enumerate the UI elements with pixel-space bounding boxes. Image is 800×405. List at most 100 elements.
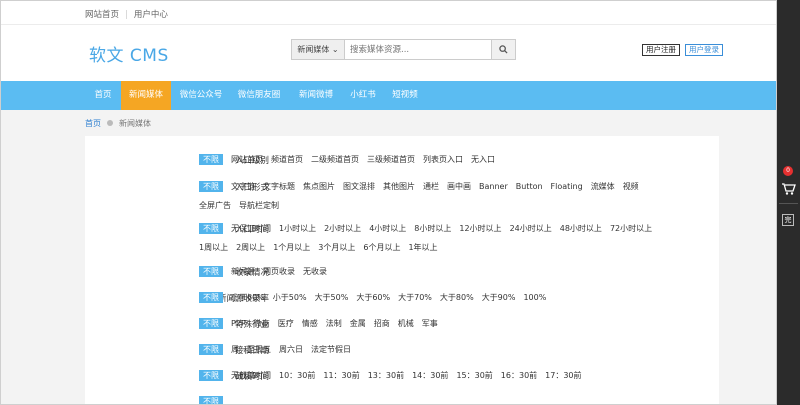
filter-option[interactable]: 无截稿时间 bbox=[231, 370, 271, 381]
filter-option[interactable]: 大于90% bbox=[482, 292, 516, 303]
filter-option[interactable]: 通栏 bbox=[423, 181, 439, 192]
filter-option[interactable]: 网页收录 bbox=[263, 266, 295, 277]
site-logo[interactable]: 软文 CMS bbox=[89, 41, 169, 66]
filter-option[interactable]: 导航栏定制 bbox=[239, 200, 279, 211]
filter-option[interactable]: 频道首页 bbox=[271, 154, 303, 165]
filter-option[interactable]: 大于70% bbox=[398, 292, 432, 303]
filter-option[interactable]: 2周以上 bbox=[236, 242, 265, 253]
filter-option[interactable]: 医疗 bbox=[278, 318, 294, 329]
cart-button[interactable] bbox=[780, 174, 797, 198]
nav-item-home[interactable]: 首页 bbox=[85, 81, 121, 110]
filter-option[interactable]: 法制 bbox=[326, 318, 342, 329]
search-input[interactable] bbox=[350, 42, 480, 57]
filter-option[interactable]: 15：30前 bbox=[456, 370, 492, 381]
filter-option-selected[interactable]: 不限 bbox=[199, 370, 223, 381]
filter-option[interactable]: 大于60% bbox=[356, 292, 390, 303]
filter-option[interactable]: 无保证时间 bbox=[231, 223, 271, 234]
top-link-user-center[interactable]: 用户中心 bbox=[134, 10, 168, 20]
filter-option[interactable]: 16：30前 bbox=[501, 370, 537, 381]
filter-option-selected[interactable]: 不限 bbox=[199, 292, 223, 303]
filter-option[interactable]: 周六日 bbox=[279, 344, 303, 355]
filter-option[interactable]: 新闻源 bbox=[231, 266, 255, 277]
filter-option[interactable]: 11：30前 bbox=[323, 370, 359, 381]
filter-option[interactable]: 无收录 bbox=[303, 266, 327, 277]
filter-option[interactable]: 4小时以上 bbox=[369, 223, 406, 234]
filter-option[interactable]: 流媒体 bbox=[591, 181, 615, 192]
filter-option[interactable]: 14：30前 bbox=[412, 370, 448, 381]
login-button[interactable]: 用户登录 bbox=[685, 44, 723, 56]
filter-options: 不限 P2P 微商 医疗 情感 法制 金属 招商 机械 军事 bbox=[199, 318, 669, 337]
filter-option[interactable]: 12小时以上 bbox=[459, 223, 501, 234]
filter-options: 不限 无截稿时间 10：30前 11：30前 13：30前 14：30前 15：30前 16：… bbox=[199, 370, 669, 389]
nav-item-xiaohongshu[interactable]: 小红书 bbox=[343, 81, 383, 110]
filter-option[interactable]: 1年以上 bbox=[408, 242, 437, 253]
filter-option[interactable]: 法定节假日 bbox=[311, 344, 351, 355]
nav-item-short-video[interactable]: 短视频 bbox=[385, 81, 425, 110]
search-category-select[interactable]: 新闻媒体 ⌄ bbox=[292, 40, 345, 59]
nav-item-news-media[interactable]: 新闻媒体 bbox=[121, 81, 171, 110]
filter-option[interactable]: 三级频道首页 bbox=[367, 154, 415, 165]
top-link-home[interactable]: 网站首页 bbox=[85, 10, 119, 20]
filter-option[interactable]: 二级频道首页 bbox=[311, 154, 359, 165]
filter-option[interactable]: 48小时以上 bbox=[560, 223, 602, 234]
nav-item-wechat-official[interactable]: 微信公众号 bbox=[173, 81, 229, 110]
filter-option[interactable]: 24小时以上 bbox=[510, 223, 552, 234]
filter-option[interactable]: 焦点图片 bbox=[303, 181, 335, 192]
filter-option[interactable]: 3个月以上 bbox=[318, 242, 355, 253]
filter-option[interactable]: 文字标题 bbox=[263, 181, 295, 192]
filter-option[interactable]: 视频 bbox=[623, 181, 639, 192]
filter-option[interactable]: 13：30前 bbox=[368, 370, 404, 381]
filter-option[interactable]: 1个月以上 bbox=[273, 242, 310, 253]
filter-option[interactable]: 机械 bbox=[398, 318, 414, 329]
filter-option-selected[interactable]: 不限 bbox=[199, 154, 223, 165]
filter-option[interactable]: 10：30前 bbox=[279, 370, 315, 381]
filter-option-selected[interactable]: 不限 bbox=[199, 181, 223, 192]
filter-option[interactable]: 大于80% bbox=[440, 292, 474, 303]
filter-option[interactable]: 6个月以上 bbox=[363, 242, 400, 253]
right-toolbar: 0 完 bbox=[777, 0, 800, 405]
filter-option[interactable]: 微商 bbox=[254, 318, 270, 329]
filter-option-selected[interactable]: 不限 bbox=[199, 344, 223, 355]
filter-option-selected[interactable]: 不限 bbox=[199, 223, 223, 234]
shopping-cart-icon bbox=[782, 183, 796, 195]
search-button[interactable] bbox=[491, 40, 515, 59]
filter-option[interactable]: 1小时以上 bbox=[279, 223, 316, 234]
filter-option[interactable]: 金属 bbox=[350, 318, 366, 329]
filter-option[interactable]: 情感 bbox=[302, 318, 318, 329]
nav-item-wechat-moments[interactable]: 微信朋友圈 bbox=[231, 81, 287, 110]
filter-option[interactable]: 大于50% bbox=[315, 292, 349, 303]
filter-option[interactable]: 小于50% bbox=[273, 292, 307, 303]
filter-options: 不限 无保证时间 1小时以上 2小时以上 4小时以上 8小时以上 12小时以上 24小时以上 4… bbox=[199, 223, 669, 261]
filter-option[interactable]: 周一至周五 bbox=[231, 344, 271, 355]
filter-option[interactable]: 100% bbox=[523, 292, 546, 303]
filter-option[interactable]: 1周以上 bbox=[199, 242, 228, 253]
breadcrumb: 首页 新闻媒体 bbox=[85, 118, 151, 129]
filter-option[interactable]: 列表页入口 bbox=[423, 154, 463, 165]
filter-options: 不限 小于60% 小于50% 大于50% 大于60% 大于70% 大于80% 大于90% 100… bbox=[199, 292, 669, 311]
filter-option-selected[interactable]: 不限 bbox=[199, 318, 223, 329]
filter-option[interactable]: 画中画 bbox=[447, 181, 471, 192]
filter-option[interactable]: 8小时以上 bbox=[414, 223, 451, 234]
filter-option[interactable]: 其他图片 bbox=[383, 181, 415, 192]
filter-option-selected[interactable]: 不限 bbox=[199, 396, 223, 404]
register-button[interactable]: 用户注册 bbox=[642, 44, 680, 56]
breadcrumb-home[interactable]: 首页 bbox=[85, 119, 101, 128]
filter-option[interactable]: P2P bbox=[231, 318, 246, 329]
filter-option[interactable]: 图文混排 bbox=[343, 181, 375, 192]
filter-option[interactable]: 军事 bbox=[422, 318, 438, 329]
filter-option[interactable]: 网站首页 bbox=[231, 154, 263, 165]
filter-option[interactable]: 小于60% bbox=[231, 292, 265, 303]
filter-option[interactable]: 72小时以上 bbox=[610, 223, 652, 234]
filter-option[interactable]: 全屏广告 bbox=[199, 200, 231, 211]
filter-option-selected[interactable]: 不限 bbox=[199, 266, 223, 277]
filter-option[interactable]: 17：30前 bbox=[545, 370, 581, 381]
filter-option[interactable]: 招商 bbox=[374, 318, 390, 329]
filter-option[interactable]: 无入口 bbox=[471, 154, 495, 165]
filter-option[interactable]: Banner bbox=[479, 181, 508, 192]
filter-option[interactable]: Button bbox=[516, 181, 543, 192]
filter-option[interactable]: 文字链 bbox=[231, 181, 255, 192]
nav-item-news-weibo[interactable]: 新闻微博 bbox=[291, 81, 341, 110]
filter-option[interactable]: 2小时以上 bbox=[324, 223, 361, 234]
toolbar-finish-button[interactable]: 完 bbox=[782, 214, 794, 226]
filter-option[interactable]: Floating bbox=[551, 181, 583, 192]
